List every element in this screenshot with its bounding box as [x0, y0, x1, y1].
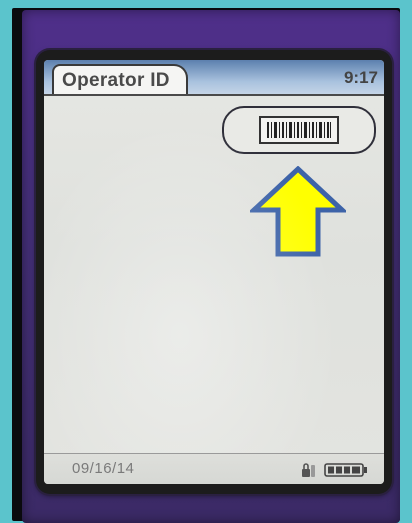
device-screen: Operator ID 9:17 09/16/14	[44, 60, 384, 484]
barcode-icon	[259, 116, 339, 144]
lock-icon	[300, 462, 316, 483]
scan-barcode-button[interactable]	[222, 106, 376, 154]
title-divider	[44, 94, 384, 96]
date-display: 09/16/14	[72, 460, 135, 477]
clock: 9:17	[343, 68, 378, 87]
battery-icon	[324, 463, 368, 482]
status-bar: 09/16/14	[44, 453, 384, 484]
title-tab: Operator ID	[52, 64, 188, 96]
up-arrow-icon	[247, 165, 349, 263]
title-bar: Operator ID 9:17	[44, 60, 384, 96]
page-title: Operator ID	[62, 70, 170, 91]
